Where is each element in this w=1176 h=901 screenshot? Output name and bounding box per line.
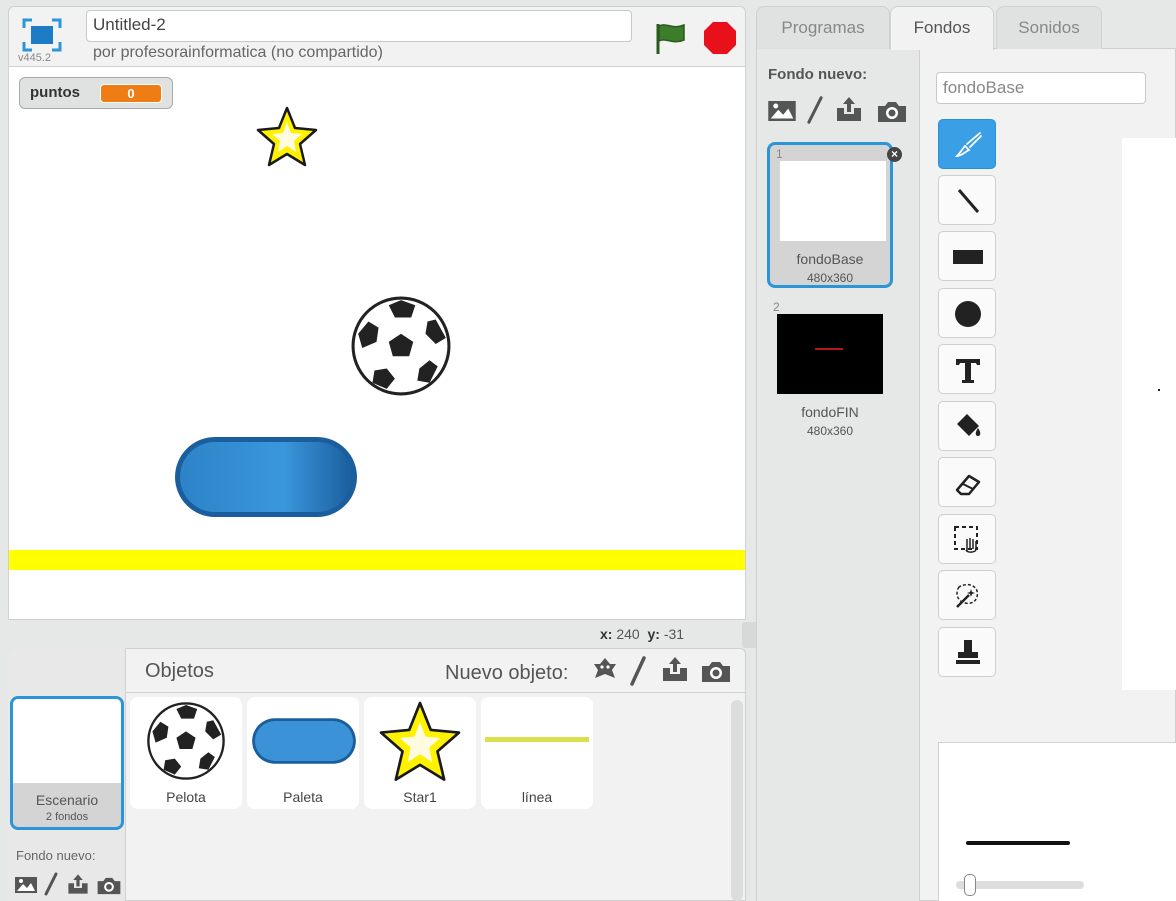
line-icon [957,189,980,213]
backdrop-item[interactable]: 2 fondoFIN 480x360 [767,298,893,444]
upload-sprite-icon[interactable] [660,654,690,684]
stage-thumbnail-name: Escenario [35,792,99,808]
paint-new-backdrop-icon[interactable] [804,94,826,126]
backdrop-thumbnail [780,161,886,241]
backdrop-number: 2 [773,300,780,314]
line-width-slider-thumb[interactable] [964,874,976,896]
backdrop-size: 480x360 [806,424,854,438]
fullscreen-icon[interactable] [22,18,62,52]
camera-icon[interactable] [876,100,908,124]
delete-icon[interactable]: × [887,147,902,162]
paddle-sprite[interactable] [173,435,359,519]
brush-tool[interactable] [938,119,996,169]
backdrop-number: 1 [776,147,783,161]
sprite-pane-scrollbar[interactable] [731,700,743,901]
select-icon [954,526,978,553]
paint-bucket-icon [957,414,981,436]
backdrop-name-input[interactable]: fondoBase [936,72,1146,104]
camera-icon[interactable] [96,876,122,896]
text-icon [956,359,980,383]
author-label: por profesorainformatica (no compartido) [93,44,383,61]
line-sprite[interactable] [9,550,745,570]
star-icon [379,701,461,781]
sprite-tile-paleta[interactable]: Paleta [247,697,359,809]
upload-backdrop-icon[interactable] [834,94,864,124]
version-label: v445.2 [18,52,52,64]
backdrop-item[interactable]: 1 fondoBase 480x360 [767,142,893,288]
eraser-icon [955,474,981,496]
ellipse-icon [955,301,981,327]
mouse-coordinates: x: 240 y: -31 [600,626,685,642]
line-icon [485,737,589,742]
eraser-tool[interactable] [938,457,996,507]
stage-thumbnail-count: 2 fondos [45,811,89,823]
stop-icon[interactable] [702,20,738,56]
select-and-duplicate-tool[interactable] [938,570,996,620]
canvas-center-dot [1158,389,1160,391]
line-width-preview [966,841,1070,845]
sprite-name: Star1 [403,789,437,805]
sprite-name: línea [521,789,553,805]
paint-canvas[interactable] [1122,138,1176,690]
stamp-icon [956,640,980,664]
ellipse-tool[interactable] [938,288,996,338]
stage-thumbnail[interactable]: Escenario 2 fondos [10,696,124,830]
tab-programas[interactable]: Programas [756,6,890,49]
new-sprite-label: Nuevo objeto: [445,662,569,684]
ball-sprite[interactable] [350,295,452,397]
choose-sprite-from-library-icon[interactable] [592,656,618,684]
thumbnail-red-text [815,348,843,350]
backdrop-size: 480x360 [806,271,854,285]
star-sprite[interactable] [255,105,319,169]
variable-monitor[interactable]: puntos 0 [19,77,173,109]
paddle-icon [252,718,356,764]
choose-backdrop-from-library-icon[interactable] [767,99,797,123]
backdrop-name: fondoFIN [801,404,859,420]
paint-new-sprite-icon[interactable] [626,656,650,686]
new-backdrop-label: Fondo nuevo: [16,848,96,863]
select-tool[interactable] [938,514,996,564]
backdrop-thumbnail [777,314,883,394]
paint-new-backdrop-icon[interactable] [42,872,60,896]
variable-value: 0 [100,84,162,103]
text-tool[interactable] [938,344,996,394]
sprite-tile-star1[interactable]: Star1 [364,697,476,809]
tab-fondos[interactable]: Fondos [890,6,994,50]
stage[interactable]: puntos 0 [8,66,746,620]
stage-thumbnail-image [13,699,121,783]
rectangle-tool[interactable] [938,231,996,281]
variable-name: puntos [30,84,80,101]
sprite-tile-linea[interactable]: línea [481,697,593,809]
collapse-stage-handle[interactable] [742,622,756,648]
project-title-input[interactable]: Untitled-2 [86,10,632,42]
objects-label: Objetos [145,660,214,682]
sprite-name: Paleta [283,789,323,805]
backdrop-name: fondoBase [796,251,864,267]
camera-icon[interactable] [700,660,732,684]
brush-icon [954,132,982,157]
line-tool[interactable] [938,175,996,225]
rectangle-icon [953,250,983,264]
new-backdrop-label: Fondo nuevo: [768,66,868,83]
divider [126,692,746,693]
sprite-name: Pelota [166,789,206,805]
upload-backdrop-icon[interactable] [66,872,90,896]
fill-tool[interactable] [938,401,996,451]
tab-sonidos[interactable]: Sonidos [996,6,1102,49]
ball-icon [147,702,225,780]
sprite-tile-pelota[interactable]: Pelota [130,697,242,809]
magic-wand-icon [956,583,979,608]
green-flag-icon[interactable] [652,20,688,56]
stamp-tool[interactable] [938,627,996,677]
choose-backdrop-from-library-icon[interactable] [14,876,38,894]
